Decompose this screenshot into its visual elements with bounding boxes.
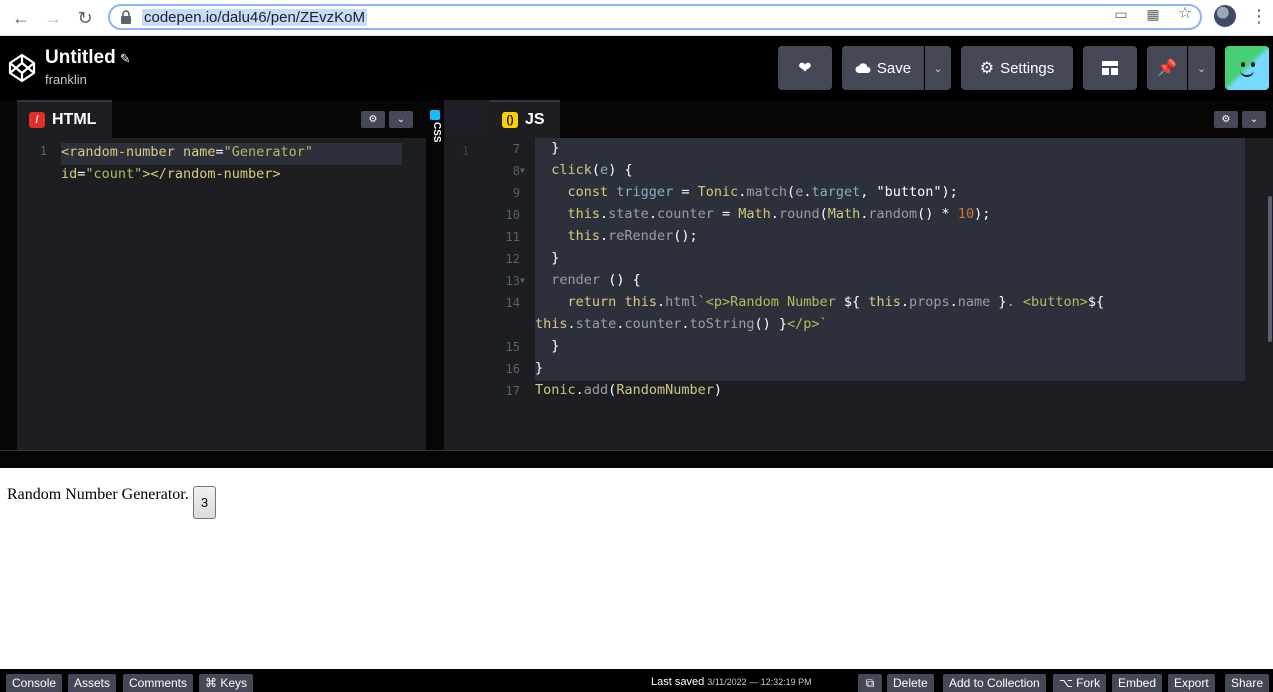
more-icon[interactable]: ⋮	[1250, 6, 1268, 26]
tab-html[interactable]: / HTML	[17, 100, 112, 138]
html-collapse-button[interactable]: ⌄	[389, 111, 413, 128]
html-editor-pane: / HTML ⚙ ⌄ 1 <random-number name="Genera…	[0, 100, 426, 450]
fold-icon[interactable]: ▼	[520, 276, 525, 285]
save-dropdown-button[interactable]: ⌄	[925, 46, 951, 90]
pin-dropdown-button[interactable]: ⌄	[1188, 46, 1215, 90]
html-settings-button[interactable]: ⚙	[361, 111, 385, 128]
pencil-icon[interactable]: ✎	[120, 51, 131, 66]
embed-button[interactable]: Embed	[1112, 674, 1163, 692]
html-badge-icon: /	[29, 112, 45, 128]
browser-toolbar: ← → ↻ codepen.io/dalu46/pen/ZEvzKoM ▭ ▦ …	[0, 0, 1273, 36]
js-settings-button[interactable]: ⚙	[1214, 111, 1238, 128]
lock-icon	[121, 10, 131, 24]
chevron-down-icon: ⌄	[933, 62, 943, 75]
footer-bar: Console Assets Comments ⌘ Keys Last save…	[0, 669, 1273, 692]
js-collapse-button[interactable]: ⌄	[1242, 111, 1266, 128]
save-button[interactable]: Save	[842, 46, 924, 90]
love-button[interactable]: ❤	[778, 46, 832, 90]
preview-text: Random Number Generator.	[7, 486, 189, 503]
gear-icon: ⚙	[979, 60, 995, 77]
css-badge-icon	[430, 110, 440, 120]
last-saved: Last saved 3/11/2022 — 12:32:19 PM	[651, 676, 812, 688]
tab-js[interactable]: () JS	[490, 100, 560, 138]
gear-icon: ⚙	[368, 114, 378, 125]
cloud-icon	[855, 63, 871, 73]
external-link-icon: ⧉	[865, 676, 875, 690]
console-button[interactable]: Console	[6, 674, 63, 692]
fork-button[interactable]: ⌥ Fork	[1053, 674, 1107, 692]
preview-pane: Random Number Generator. 3	[0, 468, 1273, 669]
share-button[interactable]: Share	[1225, 674, 1270, 692]
chevron-down-icon: ⌄	[396, 114, 406, 125]
tab-css[interactable]: CSS	[428, 122, 442, 143]
keys-button[interactable]: ⌘ Keys	[199, 674, 254, 692]
avatar[interactable]	[1214, 5, 1236, 27]
codepen-logo-icon[interactable]	[8, 53, 36, 83]
add-to-collection-button[interactable]: Add to Collection	[943, 674, 1046, 692]
fork-icon: ⌥	[1059, 676, 1077, 690]
heart-icon: ❤	[798, 60, 812, 77]
comments-button[interactable]: Comments	[123, 674, 194, 692]
reload-icon[interactable]: ↻	[73, 6, 97, 30]
js-gutter: 7 8 ▼ 9 10 11 12 13 ▼ 14 15 16 17	[490, 138, 535, 468]
js-badge-icon: ()	[502, 112, 518, 128]
url-text[interactable]: codepen.io/dalu46/pen/ZEvzKoM	[142, 9, 367, 26]
js-scrollbar[interactable]	[1268, 196, 1272, 342]
forward-icon[interactable]: →	[41, 6, 65, 30]
settings-button[interactable]: ⚙ Settings	[961, 46, 1073, 90]
codepen-header: Untitled ✎ franklin ❤ Save ⌄ ⚙ Settings 📌…	[0, 36, 1273, 100]
css-gutter: 1	[444, 138, 490, 450]
back-icon[interactable]: ←	[9, 6, 33, 30]
change-view-button[interactable]	[1083, 46, 1137, 90]
html-gutter: 1	[17, 138, 61, 450]
fold-icon[interactable]: ▼	[520, 166, 525, 175]
qr-icon[interactable]: ▦	[1145, 6, 1161, 22]
pen-author[interactable]: franklin	[45, 72, 87, 87]
open-external-button[interactable]: ⧉	[858, 674, 882, 692]
layout-icon	[1102, 61, 1118, 75]
user-avatar-mascot[interactable]	[1225, 46, 1269, 90]
editor-area: / HTML ⚙ ⌄ 1 <random-number name="Genera…	[0, 100, 1273, 468]
address-bar[interactable]: codepen.io/dalu46/pen/ZEvzKoM	[108, 4, 1202, 30]
assets-button[interactable]: Assets	[68, 674, 117, 692]
css-editor-pane[interactable]: CSS	[426, 100, 444, 450]
delete-button[interactable]: Delete	[887, 674, 934, 692]
html-code[interactable]: <random-number name="Generator" id="coun…	[61, 141, 313, 185]
pin-icon: 📌	[1157, 60, 1177, 77]
star-icon[interactable]: ☆	[1177, 6, 1193, 22]
pen-title[interactable]: Untitled ✎	[45, 47, 131, 69]
random-number-button[interactable]: 3	[193, 486, 216, 519]
chevron-down-icon: ⌄	[1249, 114, 1259, 125]
export-button[interactable]: Export	[1168, 674, 1215, 692]
gear-icon: ⚙	[1221, 114, 1231, 125]
chevron-down-icon: ⌄	[1196, 62, 1207, 75]
editor-resize-handle[interactable]	[0, 450, 1273, 468]
pin-button[interactable]: 📌	[1147, 46, 1187, 90]
cast-icon[interactable]: ▭	[1113, 6, 1129, 22]
js-code[interactable]: } click(e) { const trigger = Tonic.match…	[535, 137, 1104, 401]
